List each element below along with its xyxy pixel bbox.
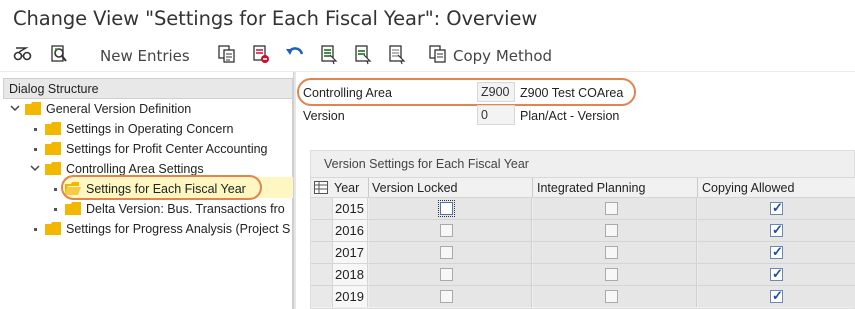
folder-icon <box>25 102 41 115</box>
copying-allowed-checkbox[interactable]: ✓ <box>770 288 783 303</box>
checkmark-icon: ✓ <box>772 244 783 259</box>
collapse-arrow-icon[interactable] <box>10 103 20 113</box>
bullet-icon <box>54 188 57 191</box>
folder-icon <box>45 162 61 175</box>
row-selector[interactable] <box>311 286 332 307</box>
tree-label: Settings in Operating Concern <box>66 122 234 136</box>
version-locked-checkbox[interactable] <box>440 290 453 303</box>
tree-label: Controlling Area Settings <box>66 162 204 176</box>
annotation-oval <box>297 78 636 106</box>
copy-method-icon[interactable] <box>427 43 449 65</box>
copy-method-button[interactable]: Copy Method <box>453 47 552 65</box>
tree-label: Delta Version: Bus. Transactions fro <box>86 202 285 216</box>
title-bar: Change View "Settings for Each Fiscal Ye… <box>0 0 855 38</box>
table-header: Year Version Locked Integrated Planning … <box>311 177 855 198</box>
copying-allowed-checkbox[interactable]: ✓ <box>770 222 783 237</box>
tree-label: Settings for Progress Analysis (Project … <box>66 222 291 236</box>
version-locked-checkbox[interactable] <box>440 246 453 259</box>
copying-allowed-checkbox[interactable]: ✓ <box>770 266 783 281</box>
table-row[interactable]: 2018 ✓ <box>311 263 855 285</box>
dialog-structure-pane: Dialog Structure General Version Definit… <box>0 78 293 309</box>
select-all-icon[interactable] <box>318 43 340 65</box>
deselect-all-icon[interactable] <box>386 43 408 65</box>
checkmark-icon: ✓ <box>772 200 783 215</box>
version-description: Plan/Act - Version <box>520 109 620 123</box>
year-cell: 2015 <box>332 198 368 219</box>
tree-node-progress-analysis[interactable]: Settings for Progress Analysis (Project … <box>0 219 293 239</box>
undo-icon[interactable] <box>284 43 306 65</box>
column-divider <box>697 178 698 198</box>
collapse-arrow-icon[interactable] <box>30 163 40 173</box>
column-header-version-locked[interactable]: Version Locked <box>372 181 457 195</box>
select-block-icon[interactable] <box>352 43 374 65</box>
integrated-planning-checkbox[interactable] <box>605 202 618 215</box>
dialog-structure-header: Dialog Structure <box>3 78 293 99</box>
table-row[interactable]: 2017 ✓ <box>311 241 855 263</box>
table-caption: Version Settings for Each Fiscal Year <box>324 157 529 171</box>
copying-allowed-checkbox[interactable]: ✓ <box>770 244 783 259</box>
version-label: Version <box>303 109 345 123</box>
column-divider <box>532 178 533 198</box>
table-row[interactable]: 2015 ✓ <box>311 197 855 219</box>
annotation-oval <box>61 175 262 200</box>
folder-icon <box>65 202 81 215</box>
tree-node-delta-version[interactable]: Delta Version: Bus. Transactions fro <box>0 199 293 219</box>
bullet-icon <box>34 228 37 231</box>
integrated-planning-checkbox[interactable] <box>605 290 618 303</box>
checkmark-icon: ✓ <box>772 288 783 303</box>
version-locked-checkbox[interactable] <box>440 224 453 237</box>
checkmark-icon: ✓ <box>772 266 783 281</box>
folder-icon <box>45 222 61 235</box>
row-selector[interactable] <box>311 242 332 263</box>
column-header-integrated-planning[interactable]: Integrated Planning <box>537 181 645 195</box>
tree-node-operating-concern[interactable]: Settings in Operating Concern <box>0 119 293 139</box>
year-cell: 2019 <box>332 286 368 307</box>
bullet-icon <box>34 128 37 131</box>
row-selector[interactable] <box>311 198 332 219</box>
copy-as-icon[interactable] <box>216 43 238 65</box>
table-row[interactable]: 2019 ✓ <box>311 285 855 307</box>
fiscal-year-settings-table: Version Settings for Each Fiscal Year Ye… <box>310 150 855 309</box>
new-entries-button[interactable]: New Entries <box>100 47 190 65</box>
integrated-planning-checkbox[interactable] <box>605 268 618 281</box>
integrated-planning-checkbox[interactable] <box>605 246 618 259</box>
tree-label: Settings for Profit Center Accounting <box>66 142 268 156</box>
row-selector[interactable] <box>311 264 332 285</box>
detail-icon[interactable] <box>48 43 70 65</box>
table-row[interactable]: 2016 ✓ <box>311 219 855 241</box>
folder-icon <box>45 122 61 135</box>
year-cell: 2018 <box>332 264 368 285</box>
version-locked-checkbox[interactable] <box>440 268 453 281</box>
column-header-copying-allowed[interactable]: Copying Allowed <box>702 181 794 195</box>
tree-label: General Version Definition <box>46 102 192 116</box>
folder-icon <box>45 142 61 155</box>
tree-node-general-version-definition[interactable]: General Version Definition <box>0 99 293 119</box>
bullet-icon <box>34 148 37 151</box>
window-title: Change View "Settings for Each Fiscal Ye… <box>13 7 538 30</box>
detail-pane: Controlling Area Z900 Z900 Test COArea V… <box>296 72 855 309</box>
tree-node-profit-center-accounting[interactable]: Settings for Profit Center Accounting <box>0 139 293 159</box>
column-divider <box>368 178 369 198</box>
copying-allowed-checkbox[interactable]: ✓ <box>770 200 783 215</box>
column-header-year[interactable]: Year <box>334 181 359 195</box>
row-selector[interactable] <box>311 220 332 241</box>
year-cell: 2017 <box>332 242 368 263</box>
version-locked-checkbox[interactable] <box>438 200 455 217</box>
integrated-planning-checkbox[interactable] <box>605 224 618 237</box>
checkmark-icon: ✓ <box>772 222 783 237</box>
application-toolbar: New Entries Copy Method <box>0 38 855 72</box>
bullet-icon <box>54 208 57 211</box>
year-cell: 2016 <box>332 220 368 241</box>
delete-icon[interactable] <box>250 43 272 65</box>
display-change-icon[interactable] <box>12 43 34 65</box>
version-field: 0 <box>477 105 515 125</box>
